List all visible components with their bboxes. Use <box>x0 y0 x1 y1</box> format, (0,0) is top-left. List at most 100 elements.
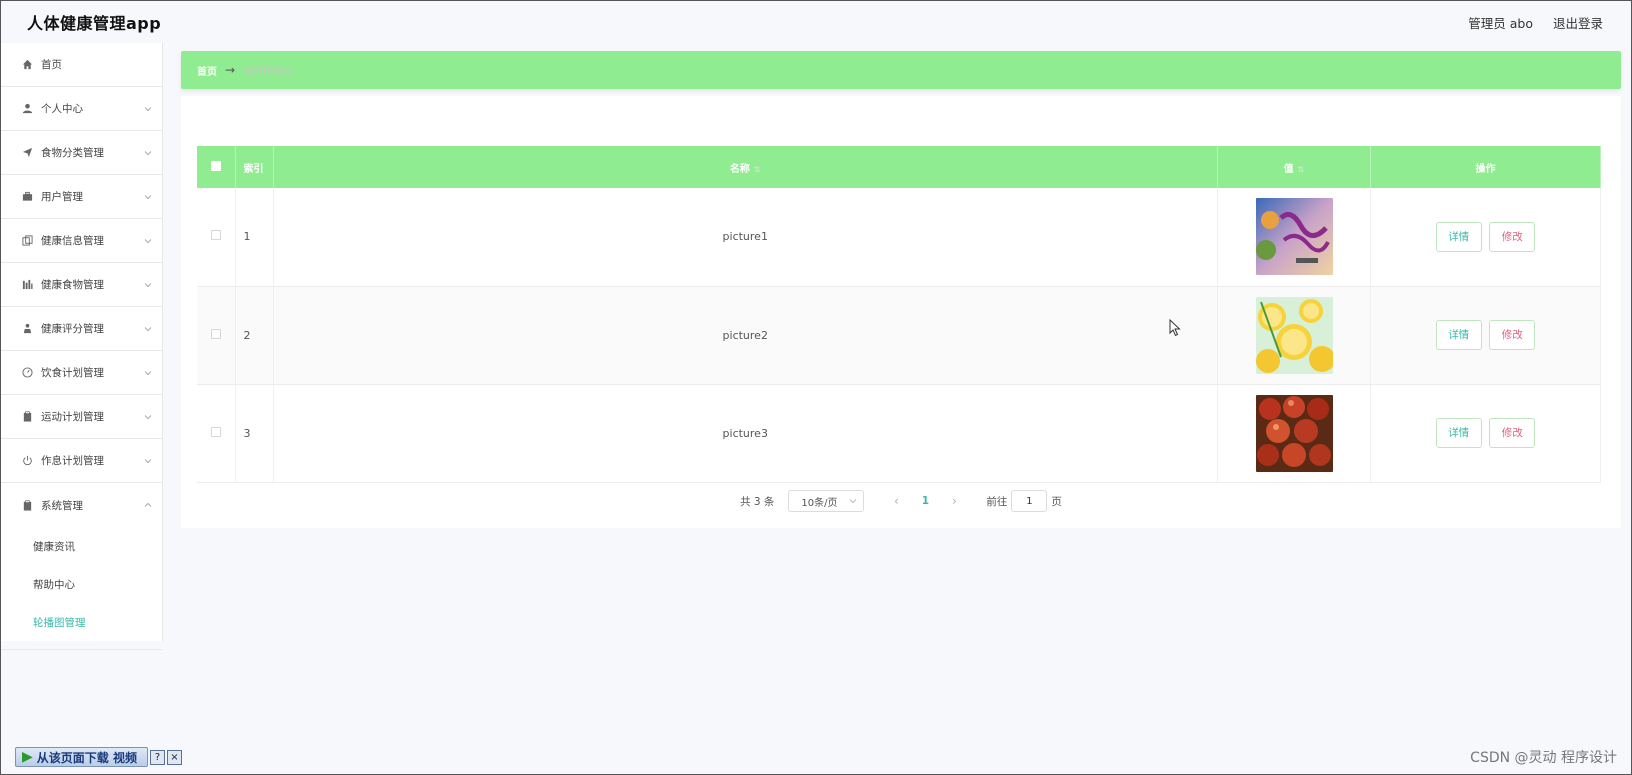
sidebar-item-personal-center[interactable]: 个人中心 <box>1 87 162 131</box>
help-button[interactable]: ? <box>149 749 165 765</box>
header-value[interactable]: 值 ⇅ <box>1217 146 1371 188</box>
header-name-label: 名称 <box>729 163 750 175</box>
detail-button[interactable]: 详情 <box>1435 221 1482 252</box>
breadcrumb-home-link[interactable]: 首页 <box>197 63 217 78</box>
breadcrumb-arrow-icon: → <box>225 63 236 77</box>
sidebar-item-label: 用户管理 <box>41 191 83 203</box>
sidebar-item-label: 健康评分管理 <box>41 323 104 335</box>
next-page-button[interactable]: › <box>940 494 968 508</box>
table-row: 3 picture3 详情 修改 <box>197 384 1601 483</box>
download-video-button[interactable]: ▶ 从该页面下载 视频 <box>15 747 148 767</box>
download-video-label: 从该页面下载 视频 <box>36 750 137 765</box>
page-size-value: 10条/页 <box>801 497 838 509</box>
row-index: 1 <box>235 188 274 287</box>
header-name[interactable]: 名称 ⇅ <box>273 146 1218 188</box>
carousel-table: 索引 名称 ⇅ 值 ⇅ 操作 1 picture1 详情 修改 2 pictur… <box>197 146 1601 483</box>
home-icon <box>21 58 34 71</box>
row-name: picture1 <box>273 188 1218 287</box>
sidebar-item-health-food[interactable]: 健康食物管理 <box>1 263 162 307</box>
header-actions: 管理员 abo 退出登录 <box>1468 13 1603 32</box>
row-name: picture2 <box>273 286 1218 385</box>
bar-chart-icon <box>21 278 34 291</box>
sidebar-item-food-category[interactable]: 食物分类管理 <box>1 131 162 175</box>
row-index: 2 <box>235 286 274 385</box>
sort-icon[interactable]: ⇅ <box>754 165 761 174</box>
chevron-down-icon <box>850 499 857 504</box>
clipboard-icon <box>21 410 34 423</box>
chevron-down-icon <box>144 370 152 375</box>
row-checkbox[interactable] <box>210 230 221 241</box>
sidebar: 首页 个人中心 食物分类管理 用户管理 健康信息管理 健康食物管理 健康评分管理… <box>1 43 163 650</box>
sidebar-item-label: 健康食物管理 <box>41 279 104 291</box>
main-panel: 索引 名称 ⇅ 值 ⇅ 操作 1 picture1 详情 修改 2 pictur… <box>181 96 1621 528</box>
sidebar-subitem-health-news[interactable]: 健康资讯 <box>1 527 162 565</box>
sidebar-item-rest-plan[interactable]: 作息计划管理 <box>1 439 162 483</box>
breadcrumb: 首页 → 轮播图管理 <box>181 51 1621 89</box>
system-submenu: 健康资讯 帮助中心 轮播图管理 <box>1 527 162 650</box>
briefcase-icon <box>21 190 34 203</box>
sidebar-item-label: 系统管理 <box>41 499 83 512</box>
sidebar-item-health-info[interactable]: 健康信息管理 <box>1 219 162 263</box>
clipboard-icon <box>21 499 34 512</box>
row-image-cell <box>1217 384 1371 483</box>
close-button[interactable]: × <box>166 749 182 765</box>
detail-button[interactable]: 详情 <box>1435 418 1482 448</box>
header-actions: 操作 <box>1370 146 1601 188</box>
row-actions: 详情 修改 <box>1370 286 1601 385</box>
sidebar-item-exercise-plan[interactable]: 运动计划管理 <box>1 395 162 439</box>
prev-page-button[interactable]: ‹ <box>882 494 910 508</box>
watermark: CSDN @灵动 程序设计 <box>1470 750 1617 766</box>
person-icon <box>21 322 34 335</box>
lemon-image <box>1255 296 1333 374</box>
poster-image <box>1255 198 1333 276</box>
app-title: 人体健康管理app <box>27 14 162 33</box>
row-name: picture3 <box>273 384 1218 483</box>
sort-icon[interactable]: ⇅ <box>1298 165 1305 174</box>
sidebar-item-label: 个人中心 <box>41 103 83 115</box>
dashboard-icon <box>21 366 34 379</box>
sidebar-item-home[interactable]: 首页 <box>1 43 162 87</box>
breadcrumb-current: 轮播图管理 <box>243 66 294 78</box>
select-all-cell <box>197 146 236 188</box>
chevron-down-icon <box>144 414 152 419</box>
sidebar-subitem-carousel[interactable]: 轮播图管理 <box>1 603 162 641</box>
sidebar-item-user-management[interactable]: 用户管理 <box>1 175 162 219</box>
admin-user-label[interactable]: 管理员 abo <box>1468 13 1533 32</box>
pagination: 共 3 条 10条/页 ‹ 1 › 前往 页 <box>181 489 1621 513</box>
play-icon: ▶ <box>22 749 33 765</box>
row-checkbox[interactable] <box>210 426 221 437</box>
copy-icon <box>21 234 34 247</box>
sidebar-item-diet-plan[interactable]: 饮食计划管理 <box>1 351 162 395</box>
header-value-label: 值 <box>1283 163 1294 175</box>
chevron-down-icon <box>144 326 152 331</box>
goto-label: 前往 <box>986 495 1008 508</box>
table-row: 2 picture2 详情 修改 <box>197 286 1601 385</box>
sidebar-subitem-help-center[interactable]: 帮助中心 <box>1 565 162 603</box>
edit-button[interactable]: 修改 <box>1489 221 1536 252</box>
sidebar-item-system[interactable]: 系统管理 <box>1 483 162 527</box>
edit-button[interactable]: 修改 <box>1489 418 1536 448</box>
goto-page-input[interactable] <box>1011 490 1048 512</box>
detail-button[interactable]: 详情 <box>1435 320 1482 350</box>
table-header-row: 索引 名称 ⇅ 值 ⇅ 操作 <box>197 146 1601 188</box>
goto-page: 前往 页 <box>986 490 1062 512</box>
sidebar-item-label: 健康信息管理 <box>41 235 104 247</box>
page-size-select[interactable]: 10条/页 <box>788 490 865 512</box>
header-index: 索引 <box>235 146 274 188</box>
row-image-cell <box>1217 188 1371 287</box>
fruit-image <box>1255 394 1333 472</box>
select-all-checkbox[interactable] <box>210 160 221 171</box>
user-icon <box>21 102 34 115</box>
row-check-cell <box>197 286 236 385</box>
sidebar-item-label: 食物分类管理 <box>41 147 104 159</box>
page-number-current[interactable]: 1 <box>910 495 940 507</box>
row-index: 3 <box>235 384 274 483</box>
row-checkbox[interactable] <box>210 328 221 339</box>
logout-button[interactable]: 退出登录 <box>1553 13 1603 32</box>
goto-unit: 页 <box>1051 495 1062 508</box>
mouse-cursor-icon <box>1169 319 1181 337</box>
sidebar-item-label: 首页 <box>41 59 62 71</box>
edit-button[interactable]: 修改 <box>1489 320 1536 350</box>
chevron-down-icon <box>144 106 152 111</box>
sidebar-item-health-score[interactable]: 健康评分管理 <box>1 307 162 351</box>
